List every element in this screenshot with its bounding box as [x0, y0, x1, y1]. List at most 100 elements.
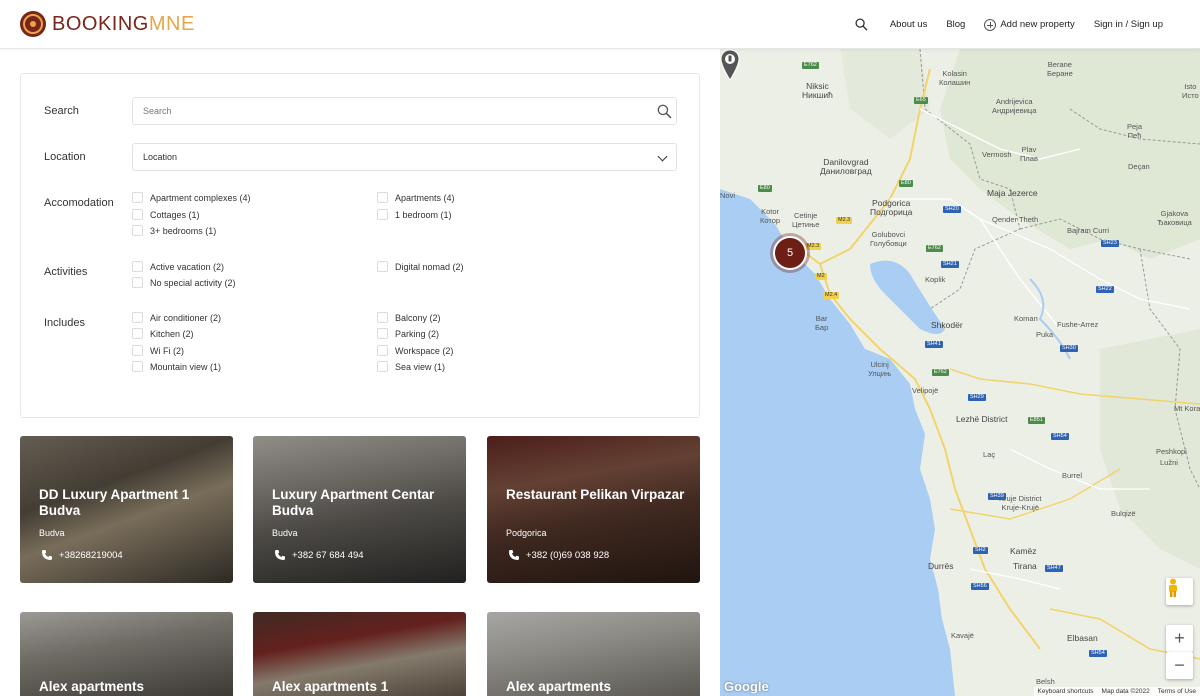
map-data-text: Map data ©2022 [1101, 688, 1150, 695]
checkbox-workspace[interactable]: Workspace (2) [377, 345, 453, 356]
listing-phone-number: +38268219004 [59, 549, 123, 561]
checkbox-mountain-view[interactable]: Mountain view (1) [132, 361, 221, 372]
checkbox-active-vacation[interactable]: Active vacation (2) [132, 261, 224, 272]
search-label: Search [44, 105, 79, 117]
logo-text-mne: MNE [148, 12, 195, 35]
listing-title: Restaurant Pelikan Virpazar [506, 487, 685, 502]
road-shield: SH23 [1101, 240, 1119, 247]
checkbox-apartment-complexes[interactable]: Apartment complexes (4) [132, 192, 251, 203]
nav-blog[interactable]: Blog [946, 19, 965, 30]
map-label-istok: Isto Исто [1182, 82, 1199, 100]
checkbox-sea-view[interactable]: Sea view (1) [377, 361, 445, 372]
header: BOOKINGMNE About us Blog Add new propert… [0, 0, 1200, 49]
map-label-text: Улцињ [868, 369, 892, 378]
listing-phone-number: +382 67 684 494 [292, 549, 364, 561]
map-label-danilovgrad: Danilovgrad Даниловград [820, 158, 872, 176]
listing-card[interactable]: Restaurant Pelikan Virpazar Podgorica +3… [487, 436, 700, 583]
map-label-velipoje: Velipojë [912, 386, 939, 395]
checkbox-box [132, 192, 143, 203]
street-view-pegman-icon[interactable] [1166, 578, 1193, 605]
checkbox-parking[interactable]: Parking (2) [377, 328, 439, 339]
checkbox-no-special-activity[interactable]: No special activity (2) [132, 277, 236, 288]
location-select[interactable]: Location [132, 143, 677, 171]
listing-card[interactable]: Alex apartments [487, 612, 700, 696]
location-value: Location [143, 152, 178, 162]
search-icon[interactable] [855, 18, 868, 31]
road-shield: M2.4 [823, 292, 840, 299]
map-label-text: Isto [1184, 82, 1197, 91]
listing-title: Alex apartments [39, 679, 145, 694]
map-label-text: Колашин [939, 78, 971, 87]
map-label-gjakova: Gjakova Ђаковица [1157, 209, 1192, 227]
chevron-down-icon [657, 151, 668, 162]
nav-sign-in[interactable]: Sign in / Sign up [1094, 19, 1163, 30]
checkbox-digital-nomad[interactable]: Digital nomad (2) [377, 261, 464, 272]
checkbox-balcony[interactable]: Balcony (2) [377, 312, 441, 323]
listing-card[interactable]: DD Luxury Apartment 1 Budva Budva +38268… [20, 436, 233, 583]
zoom-out-button[interactable]: − [1166, 652, 1193, 679]
map-label-berane: Berane Беране [1047, 60, 1073, 78]
map-label-peshkopi: Peshkopi [1156, 447, 1187, 456]
map-label-text: Даниловград [820, 166, 872, 176]
map-cluster-marker[interactable]: 5 [773, 236, 807, 270]
includes-label: Includes [44, 317, 85, 329]
road-shield: SH21 [941, 261, 959, 268]
map-label-kotor: Kotor Котор [760, 207, 780, 225]
keyboard-shortcuts-link[interactable]: Keyboard shortcuts [1038, 688, 1094, 695]
checkbox-kitchen[interactable]: Kitchen (2) [132, 328, 194, 339]
map-label-text: Андријевица [992, 106, 1037, 115]
search-icon[interactable] [657, 104, 672, 124]
map-label-ulcinj: Ulcinj Улцињ [868, 360, 891, 378]
map-pin-icon[interactable] [720, 49, 740, 81]
map-label-text: Berane [1047, 60, 1072, 69]
listing-city: Podgorica [506, 528, 547, 538]
checkbox-label: Workspace (2) [395, 345, 454, 356]
checkbox-wifi[interactable]: Wi Fi (2) [132, 345, 184, 356]
checkbox-label: Balcony (2) [395, 312, 441, 323]
map-label-belsh: Belsh [1036, 677, 1055, 686]
map-label-text: Исто [1182, 91, 1199, 100]
nav-add-property[interactable]: Add new property [984, 18, 1075, 31]
checkbox-apartments[interactable]: Apartments (4) [377, 192, 455, 203]
terms-link[interactable]: Terms of Use [1158, 688, 1196, 695]
checkbox-box [377, 192, 388, 203]
road-shield: SH54 [1089, 650, 1107, 657]
checkbox-box [377, 209, 388, 220]
logo[interactable]: BOOKINGMNE [20, 11, 195, 37]
checkbox-label: Mountain view (1) [150, 361, 222, 372]
listing-card[interactable]: Alex apartments [20, 612, 233, 696]
map-label-text: Bar [815, 314, 828, 323]
map-label-text: Бар [815, 323, 829, 332]
checkbox-box [132, 361, 143, 372]
map-label-text: Gjakova [1160, 209, 1189, 218]
map-label-kavaje: Kavajë [951, 631, 974, 640]
map-label-text: Голубовци [870, 239, 907, 248]
map[interactable]: Niksic Никшић Kolasin Колашин Andrijevica А… [720, 49, 1200, 696]
listing-card[interactable]: Luxury Apartment Centar Budva Budva +382… [253, 436, 466, 583]
road-shield: E80 [758, 185, 772, 192]
checkbox-label: Active vacation (2) [150, 261, 225, 272]
road-shield: SH39 [988, 493, 1006, 500]
map-label-peja: Peja Пећ [1127, 122, 1142, 140]
map-canvas [720, 49, 1200, 696]
listing-card[interactable]: Alex apartments 1 [253, 612, 466, 696]
nav-about-us[interactable]: About us [890, 19, 928, 30]
checkbox-air-conditioner[interactable]: Air conditioner (2) [132, 312, 221, 323]
activities-label: Activities [44, 266, 88, 278]
checkbox-label: Parking (2) [395, 328, 440, 339]
map-label-kolasin: Kolasin Колашин [939, 69, 970, 87]
checkbox-label: 1 bedroom (1) [395, 209, 452, 220]
zoom-in-button[interactable]: + [1166, 625, 1193, 652]
map-label-text: Пећ [1127, 131, 1142, 140]
phone-icon [509, 550, 519, 560]
search-input[interactable] [133, 98, 676, 124]
map-label-text: Плав [1020, 154, 1038, 163]
checkbox-3-bedrooms[interactable]: 3+ bedrooms (1) [132, 225, 216, 236]
checkbox-cottages[interactable]: Cottages (1) [132, 209, 200, 220]
checkbox-1-bedroom[interactable]: 1 bedroom (1) [377, 209, 452, 220]
map-label-text: Andrijevica [995, 97, 1033, 106]
search-field [132, 97, 677, 125]
map-label-text: Подгорица [870, 207, 913, 217]
road-shield: E762 [932, 369, 949, 376]
map-label-luzni: Lužni [1160, 458, 1178, 467]
